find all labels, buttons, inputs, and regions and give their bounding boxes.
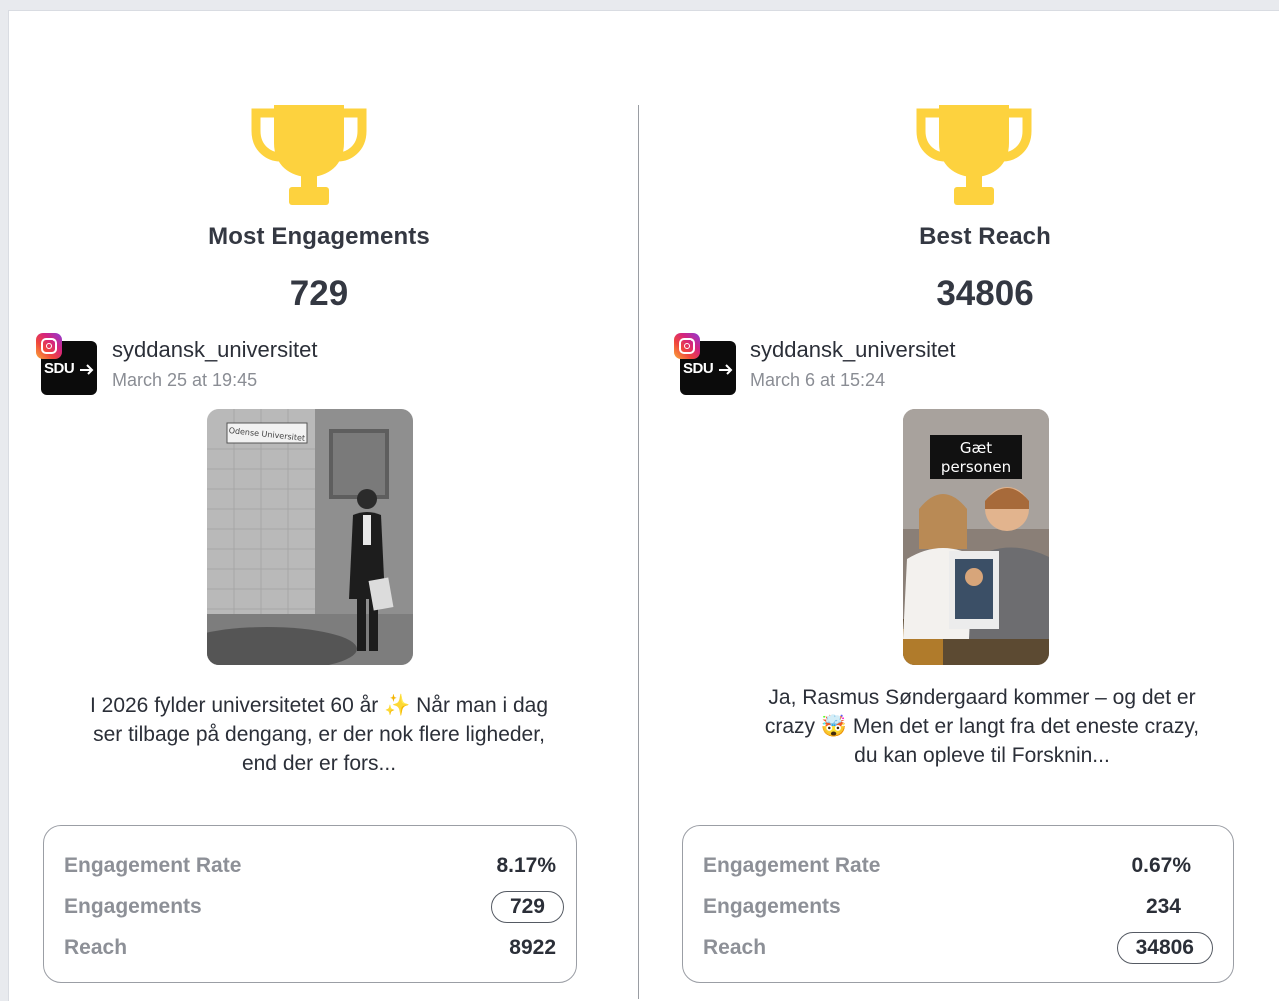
stat-label: Engagements [64,895,202,918]
stat-row-engagement-rate: Engagement Rate 0.67% [703,850,1213,884]
post-image: Gæt personen [903,409,1049,665]
stat-label: Reach [703,936,767,959]
column-divider [638,105,639,999]
stat-row-reach: Reach 34806 [703,932,1213,966]
post-date: March 25 at 19:45 [112,370,258,390]
instagram-icon [674,333,700,359]
post-date: March 6 at 15:24 [750,370,886,390]
award-value: 34806 [936,274,1034,313]
stat-value: 8.17% [496,854,556,877]
stat-label: Engagements [703,895,841,918]
stat-label: Engagement Rate [703,854,881,877]
stat-value: 8922 [509,936,556,959]
award-value: 729 [289,274,349,313]
stat-value-highlighted: 34806 [1116,932,1213,964]
top-post-card-most-engagements: Most Engagements 729 SDU syddansk_univer… [9,11,629,999]
stat-label: Reach [64,936,128,959]
post-stats-box: Engagement Rate 8.17% Engagements 729 Re… [43,825,577,983]
account-name[interactable]: syddansk_universitet [750,337,955,363]
sdu-logo-mark-icon [719,364,733,375]
top-post-card-best-reach: Best Reach 34806 SDU syddansk_universite… [649,11,1269,999]
award-title: Best Reach [919,223,1051,250]
stat-value: 234 [1145,895,1181,918]
report-panel: Most Engagements 729 SDU syddansk_univer… [8,10,1279,1001]
trophy-icon [916,105,1032,205]
stat-row-engagements: Engagements 234 [703,891,1213,925]
stat-value: 0.67% [1131,854,1191,877]
sdu-logo-mark-icon [80,364,94,375]
award-title: Most Engagements [208,223,430,250]
stat-row-engagements: Engagements 729 [64,891,564,925]
trophy-icon [251,105,367,205]
avatar-text: SDU [683,360,714,377]
avatar-text: SDU [44,360,75,377]
post-image: Odense Universitet [207,409,413,665]
post-stats-box: Engagement Rate 0.67% Engagements 234 Re… [682,825,1234,983]
account-name[interactable]: syddansk_universitet [112,337,317,363]
thumbnail-overlay-line2: personen [941,458,1011,476]
thumbnail-overlay-line1: Gæt [960,439,992,457]
post-caption: Ja, Rasmus Søndergaard kommer – og det e… [764,686,1200,767]
post-caption: I 2026 fylder universitetet 60 år ✨ Når … [89,694,549,775]
instagram-icon [36,333,62,359]
post-thumbnail[interactable]: Gæt personen [903,409,1049,665]
stat-label: Engagement Rate [64,854,242,877]
post-thumbnail[interactable]: Odense Universitet [207,409,413,665]
stat-row-reach: Reach 8922 [64,932,556,966]
stat-value-highlighted: 729 [490,891,564,923]
stat-row-engagement-rate: Engagement Rate 8.17% [64,850,556,884]
